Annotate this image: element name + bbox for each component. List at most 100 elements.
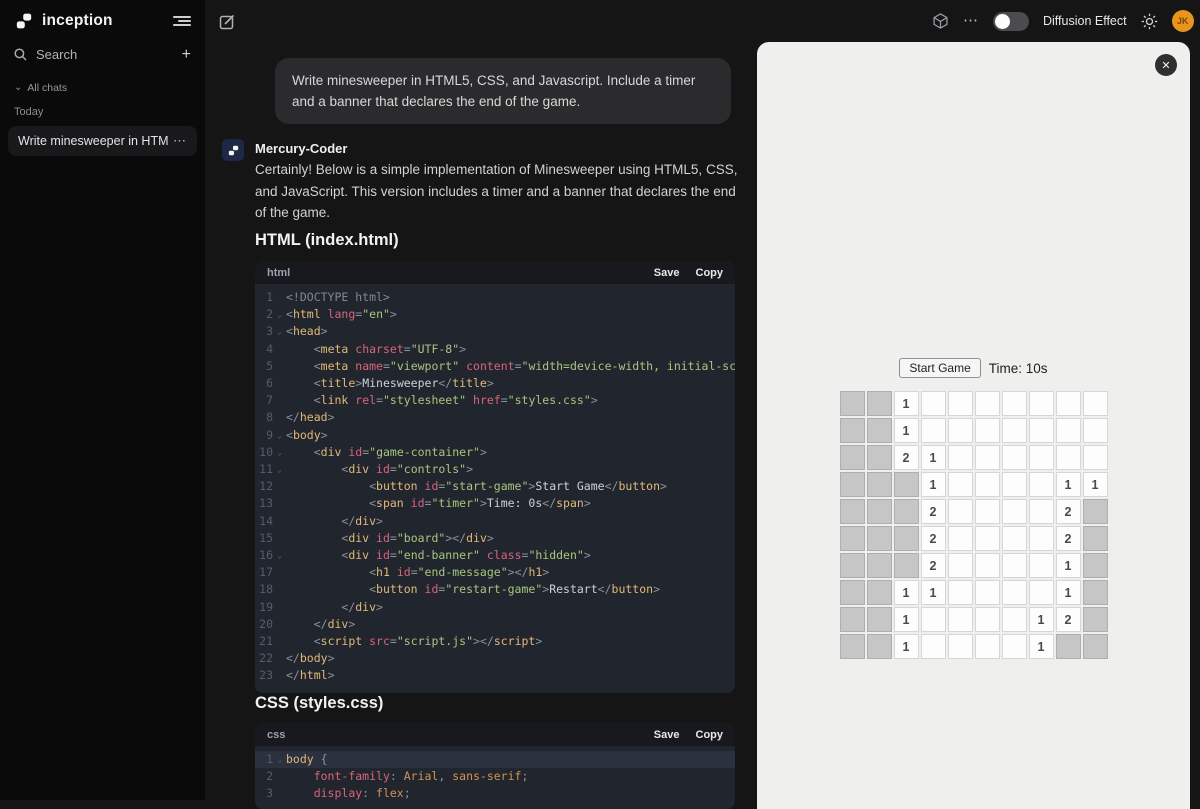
minesweeper-cell[interactable] (947, 418, 973, 443)
minesweeper-cell[interactable] (1082, 391, 1108, 416)
minesweeper-cell[interactable] (1082, 607, 1108, 632)
minesweeper-cell[interactable] (1028, 445, 1054, 470)
fold-chevron-icon[interactable]: ⌄ (273, 323, 286, 340)
minesweeper-cell[interactable] (1028, 553, 1054, 578)
copy-button[interactable]: Copy (696, 729, 724, 741)
minesweeper-cell[interactable] (866, 553, 892, 578)
minesweeper-cell[interactable] (1082, 499, 1108, 524)
minesweeper-cell[interactable] (947, 472, 973, 497)
minesweeper-cell[interactable] (839, 553, 865, 578)
minesweeper-cell[interactable] (974, 391, 1000, 416)
minesweeper-cell[interactable] (1001, 580, 1027, 605)
minesweeper-cell[interactable] (1028, 391, 1054, 416)
minesweeper-cell[interactable] (920, 634, 946, 659)
minesweeper-cell[interactable] (1082, 580, 1108, 605)
minesweeper-cell[interactable] (1001, 499, 1027, 524)
minesweeper-cell[interactable]: 2 (893, 445, 919, 470)
minesweeper-cell[interactable] (893, 472, 919, 497)
minesweeper-cell[interactable] (1082, 634, 1108, 659)
minesweeper-cell[interactable] (1028, 499, 1054, 524)
minesweeper-cell[interactable] (1028, 418, 1054, 443)
fold-chevron-icon[interactable]: ⌄ (273, 547, 286, 564)
minesweeper-cell[interactable]: 2 (920, 499, 946, 524)
minesweeper-cell[interactable] (1055, 391, 1081, 416)
minesweeper-cell[interactable] (839, 607, 865, 632)
minesweeper-cell[interactable] (1001, 634, 1027, 659)
minesweeper-cell[interactable]: 1 (893, 580, 919, 605)
minesweeper-cell[interactable]: 2 (920, 553, 946, 578)
minesweeper-board[interactable]: 112111122222111111211 (839, 391, 1108, 659)
start-game-button[interactable]: Start Game (899, 358, 981, 378)
minesweeper-cell[interactable]: 2 (1055, 526, 1081, 551)
minesweeper-cell[interactable] (974, 445, 1000, 470)
minesweeper-cell[interactable]: 1 (920, 445, 946, 470)
minesweeper-cell[interactable] (1055, 418, 1081, 443)
minesweeper-cell[interactable] (866, 418, 892, 443)
fold-chevron-icon[interactable]: ⌄ (273, 427, 286, 444)
code-editor[interactable]: 1 <!DOCTYPE html> 2 ⌄ <html lang="en"> 3 ⌄ <hea… (255, 284, 735, 693)
minesweeper-cell[interactable] (947, 580, 973, 605)
minesweeper-cell[interactable] (866, 499, 892, 524)
minesweeper-cell[interactable] (866, 526, 892, 551)
all-chats-row[interactable]: ⌄ All chats (0, 70, 205, 96)
minesweeper-cell[interactable] (974, 607, 1000, 632)
minesweeper-cell[interactable] (947, 553, 973, 578)
minesweeper-cell[interactable] (893, 499, 919, 524)
minesweeper-cell[interactable] (920, 607, 946, 632)
minesweeper-cell[interactable] (974, 580, 1000, 605)
minesweeper-cell[interactable] (920, 391, 946, 416)
minesweeper-cell[interactable] (1082, 553, 1108, 578)
minesweeper-cell[interactable] (839, 391, 865, 416)
minesweeper-cell[interactable] (1055, 445, 1081, 470)
minesweeper-cell[interactable]: 1 (893, 391, 919, 416)
minesweeper-cell[interactable] (974, 553, 1000, 578)
light-mode-sun-icon[interactable] (1141, 13, 1158, 30)
close-icon[interactable]: ✕ (1155, 54, 1177, 76)
minesweeper-cell[interactable] (1082, 418, 1108, 443)
minesweeper-cell[interactable] (947, 445, 973, 470)
sidebar-collapse-icon[interactable] (173, 14, 191, 28)
minesweeper-cell[interactable]: 1 (893, 634, 919, 659)
minesweeper-cell[interactable] (974, 526, 1000, 551)
fold-chevron-icon[interactable]: ⌄ (273, 461, 286, 478)
minesweeper-cell[interactable] (839, 418, 865, 443)
minesweeper-cell[interactable] (866, 391, 892, 416)
minesweeper-cell[interactable]: 2 (1055, 499, 1081, 524)
minesweeper-cell[interactable] (1082, 526, 1108, 551)
minesweeper-cell[interactable] (974, 472, 1000, 497)
minesweeper-cell[interactable] (839, 526, 865, 551)
minesweeper-cell[interactable]: 1 (1028, 634, 1054, 659)
new-chat-plus-icon[interactable]: + (182, 46, 191, 62)
minesweeper-cell[interactable] (947, 391, 973, 416)
minesweeper-cell[interactable] (893, 553, 919, 578)
minesweeper-cell[interactable] (1001, 445, 1027, 470)
minesweeper-cell[interactable] (974, 418, 1000, 443)
minesweeper-cell[interactable] (866, 445, 892, 470)
minesweeper-cell[interactable]: 2 (1055, 607, 1081, 632)
minesweeper-cell[interactable] (947, 526, 973, 551)
minesweeper-cell[interactable] (1001, 526, 1027, 551)
save-button[interactable]: Save (654, 729, 680, 741)
save-button[interactable]: Save (654, 267, 680, 279)
minesweeper-cell[interactable]: 1 (1028, 607, 1054, 632)
fold-chevron-icon[interactable]: ⌄ (273, 306, 286, 323)
minesweeper-cell[interactable] (1001, 607, 1027, 632)
minesweeper-cell[interactable] (839, 499, 865, 524)
minesweeper-cell[interactable] (920, 418, 946, 443)
minesweeper-cell[interactable] (1028, 580, 1054, 605)
minesweeper-cell[interactable]: 1 (920, 580, 946, 605)
minesweeper-cell[interactable] (1001, 418, 1027, 443)
minesweeper-cell[interactable] (1001, 391, 1027, 416)
more-options-icon[interactable]: ⋯ (963, 13, 979, 28)
minesweeper-cell[interactable] (947, 499, 973, 524)
minesweeper-cell[interactable] (866, 607, 892, 632)
minesweeper-cell[interactable] (839, 472, 865, 497)
new-chat-compose-icon[interactable] (219, 13, 236, 35)
minesweeper-cell[interactable]: 2 (920, 526, 946, 551)
minesweeper-cell[interactable]: 1 (893, 418, 919, 443)
minesweeper-cell[interactable] (1082, 445, 1108, 470)
chat-item-menu-icon[interactable]: ⋯ (173, 133, 187, 149)
minesweeper-cell[interactable] (1055, 634, 1081, 659)
minesweeper-cell[interactable] (866, 580, 892, 605)
minesweeper-cell[interactable] (893, 526, 919, 551)
